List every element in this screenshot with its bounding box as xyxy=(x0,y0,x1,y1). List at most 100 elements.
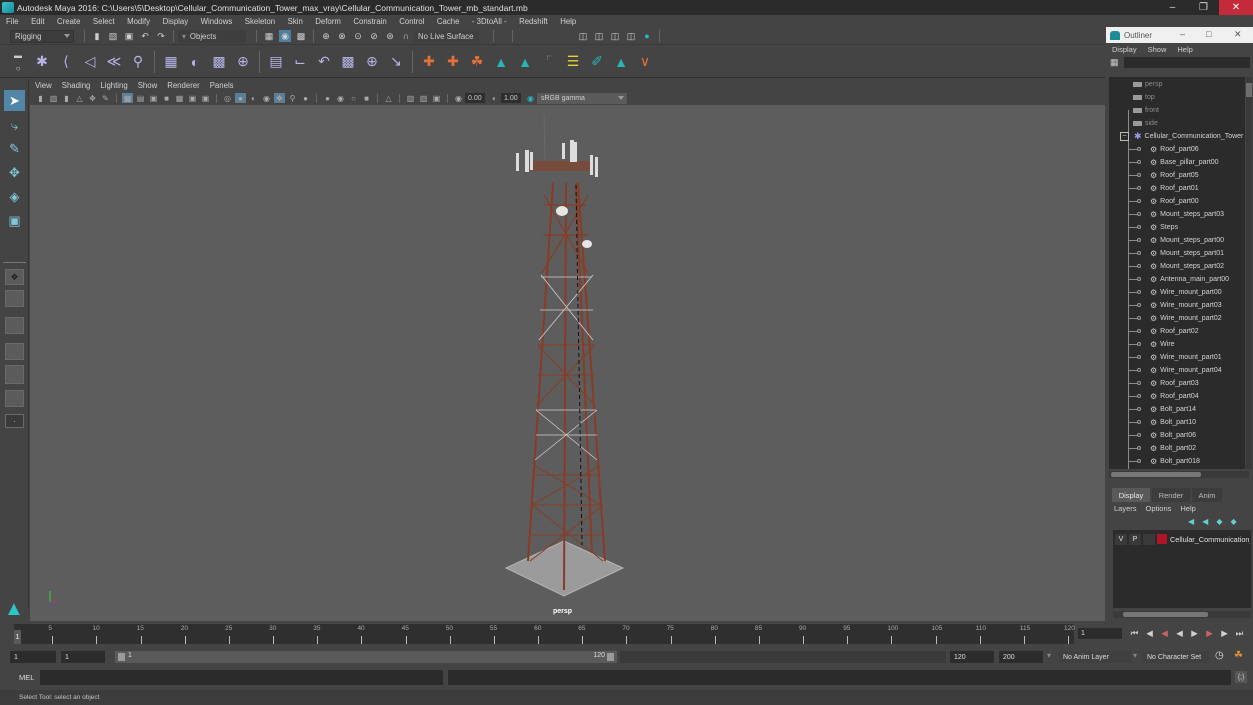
paint-weights-icon[interactable]: ☰ xyxy=(563,52,583,72)
collapse-icon[interactable]: – xyxy=(1120,132,1129,141)
snap-to-view-plane-icon[interactable]: ⊘ xyxy=(368,30,380,42)
move-tool-icon[interactable]: ✥ xyxy=(4,162,25,183)
viewport-menu-renderer[interactable]: Renderer xyxy=(167,81,200,90)
outliner-mesh-item[interactable]: ⚙ Mount_steps_part03 xyxy=(1150,208,1224,221)
animation-start-field[interactable]: 1 xyxy=(10,651,56,663)
menu-cache[interactable]: Cache xyxy=(437,17,460,26)
lasso-tool-icon[interactable]: ⤷ xyxy=(4,115,25,136)
color-space-dropdown[interactable]: sRGB gamma xyxy=(537,92,627,104)
selection-mode-dropdown[interactable]: ▾ Objects xyxy=(178,29,246,43)
render-view-icon[interactable]: ◫ xyxy=(577,30,589,42)
outliner-maximize-button[interactable]: □ xyxy=(1206,29,1211,39)
snap-to-point-icon[interactable]: ⊙ xyxy=(352,30,364,42)
step-forward-frame-icon[interactable]: ▶ xyxy=(1217,628,1232,639)
move-layer-down-icon[interactable]: ◀ xyxy=(1202,517,1208,526)
shelf-collapse-icon[interactable]: ▬ xyxy=(14,51,22,60)
select-by-component-icon[interactable]: ▩ xyxy=(295,30,307,42)
range-bar[interactable]: 1 120 xyxy=(115,651,617,663)
auto-key-icon[interactable]: ◷ xyxy=(1215,650,1224,661)
step-back-frame-icon[interactable]: ◀ xyxy=(1142,628,1157,639)
current-time-marker[interactable]: 1 xyxy=(14,630,21,644)
exposure-icon[interactable]: ◉ xyxy=(453,93,464,103)
exposure-field[interactable]: 0.00 xyxy=(465,93,485,103)
perspective-viewport[interactable]: persp xyxy=(30,105,1105,621)
outliner-vertical-scrollbar[interactable] xyxy=(1246,77,1252,469)
cluster-icon[interactable]: ⊕ xyxy=(233,52,253,72)
command-language-toggle[interactable]: MEL xyxy=(19,673,34,682)
new-layer-icon[interactable]: ◆ xyxy=(1216,517,1222,526)
current-frame-field[interactable]: 1 xyxy=(1078,628,1122,639)
ipr-render-icon[interactable]: ◫ xyxy=(609,30,621,42)
layer-menu-options[interactable]: Options xyxy=(1146,504,1172,513)
scroll-thumb[interactable] xyxy=(1246,83,1252,97)
safe-title-icon[interactable]: ▣ xyxy=(200,93,211,103)
layer-horizontal-scrollbar[interactable] xyxy=(1113,611,1251,618)
playback-end-field[interactable]: 120 xyxy=(950,651,994,663)
character-set-icon[interactable]: ▲ xyxy=(515,52,535,72)
wireframe-icon[interactable]: ◎ xyxy=(222,93,233,103)
joint-tool-icon[interactable]: ✱ xyxy=(32,52,52,72)
playback-start-field[interactable]: 1 xyxy=(61,651,105,663)
open-scene-icon[interactable]: ▧ xyxy=(107,30,119,42)
menu-redshift[interactable]: Redshift xyxy=(519,17,548,26)
grid-icon[interactable]: ▦ xyxy=(122,93,133,103)
filter-icon[interactable]: ▦ xyxy=(1110,57,1119,68)
outliner-mesh-item[interactable]: ⚙ Wire_mount_part02 xyxy=(1150,312,1222,325)
outliner-mesh-item[interactable]: ⚙ Steps xyxy=(1150,221,1178,234)
animation-end-field[interactable]: 200 xyxy=(999,651,1043,663)
redo-icon[interactable]: ↷ xyxy=(155,30,167,42)
menu-skin[interactable]: Skin xyxy=(288,17,303,26)
outliner-mesh-item[interactable]: ⚙ Wire xyxy=(1150,338,1175,351)
gate-mask-icon[interactable]: ■ xyxy=(161,93,172,103)
new-layer-from-selected-icon[interactable]: ◆ xyxy=(1230,517,1236,526)
viewport-menu-lighting[interactable]: Lighting xyxy=(100,81,127,90)
layer-color-swatch[interactable] xyxy=(1157,534,1167,544)
select-by-object-type-icon[interactable]: ◉ xyxy=(279,30,291,42)
outliner-mesh-item[interactable]: ⚙ Roof_part02 xyxy=(1150,325,1199,338)
pole-vector-constraint-icon[interactable]: ↘ xyxy=(386,52,406,72)
menu-display[interactable]: Display xyxy=(163,17,189,26)
hypershade-icon[interactable]: ● xyxy=(641,30,653,42)
select-by-hierarchy-icon[interactable]: ▦ xyxy=(263,30,275,42)
new-scene-icon[interactable]: ▮ xyxy=(91,30,103,42)
magnet-icon[interactable]: ∩ xyxy=(400,30,412,42)
aim-constraint-icon[interactable]: ⊕ xyxy=(362,52,382,72)
select-camera-icon[interactable]: ▮ xyxy=(35,93,46,103)
tower-model[interactable] xyxy=(30,105,1105,621)
use-all-lights-icon[interactable]: ❖ xyxy=(274,93,285,103)
rotate-tool-icon[interactable]: ◈ xyxy=(4,186,25,207)
set-driven-key-icon[interactable]: ✚ xyxy=(443,52,463,72)
menu-3dtoall[interactable]: - 3DtoAll - xyxy=(472,17,507,26)
menu-file[interactable]: File xyxy=(6,17,19,26)
layer-display-type-toggle[interactable] xyxy=(1143,533,1155,545)
scale-constraint-icon[interactable]: ▩ xyxy=(338,52,358,72)
outliner-camera-item[interactable]: persp xyxy=(1133,78,1163,91)
outliner-mesh-item[interactable]: ⚙ Wire_mount_part00 xyxy=(1150,286,1222,299)
menu-skeleton[interactable]: Skeleton xyxy=(245,17,275,26)
menu-constrain[interactable]: Constrain xyxy=(353,17,386,26)
outliner-mesh-item[interactable]: ⚙ Wire_mount_part04 xyxy=(1150,364,1222,377)
outliner-mesh-item[interactable]: ⚙ Roof_part01 xyxy=(1150,182,1199,195)
move-layer-up-icon[interactable]: ◀ xyxy=(1188,517,1194,526)
parent-constraint-icon[interactable]: ▤ xyxy=(266,52,286,72)
outliner-search-input[interactable] xyxy=(1123,56,1250,68)
menu-help[interactable]: Help xyxy=(560,17,576,26)
insert-joint-icon[interactable]: ≪ xyxy=(104,52,124,72)
shadows-icon[interactable]: ⚲ xyxy=(287,93,298,103)
hypershade-layout-button[interactable] xyxy=(5,390,24,407)
character-set-dropdown[interactable]: No Character Set xyxy=(1143,651,1209,663)
viewport-menu-view[interactable]: View xyxy=(35,81,52,90)
isolate-select-icon[interactable]: ■ xyxy=(361,93,372,103)
gamma-field[interactable]: 1.00 xyxy=(501,93,521,103)
layer-playback-toggle[interactable]: P xyxy=(1129,533,1141,545)
outliner-mesh-item[interactable]: ⚙ Mount_steps_part02 xyxy=(1150,260,1224,273)
empty-slot-icon[interactable]: ⌜ xyxy=(539,52,559,72)
motion-trail-icon[interactable]: ☘ xyxy=(467,52,487,72)
outliner-camera-item[interactable]: side xyxy=(1133,117,1158,130)
ik-spline-icon[interactable]: ◁ xyxy=(80,52,100,72)
time-ruler[interactable]: 5 10 15 20 25 30 35 40 45 50 55 60 65 70 75 80 85 90 95 100… xyxy=(14,624,1075,644)
tab-anim[interactable]: Anim xyxy=(1192,488,1222,502)
outliner-root-item[interactable]: – ✱ Cellular_Communication_Tower xyxy=(1120,130,1243,143)
close-button[interactable]: ✕ xyxy=(1219,0,1253,15)
shelf-settings-icon[interactable]: ○ xyxy=(16,64,21,73)
